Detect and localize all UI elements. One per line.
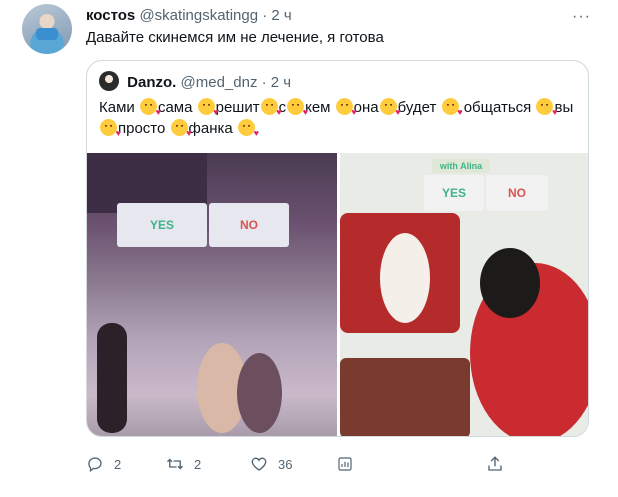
quoted-word: она: [353, 99, 379, 116]
smiling-face-with-hearts-icon: [237, 119, 259, 144]
smiling-face-with-hearts-icon: [100, 119, 121, 144]
retweet-icon: [167, 458, 183, 470]
smiling-face-with-hearts-icon: [536, 98, 557, 123]
quoted-avatar[interactable]: [99, 71, 119, 91]
user-avatar[interactable]: [22, 4, 72, 54]
smiling-face-with-hearts-icon: [139, 98, 161, 123]
share-button[interactable]: [486, 455, 504, 473]
user-handle[interactable]: @skatingskatingg: [139, 7, 258, 24]
quoted-word: будет: [397, 99, 437, 116]
smiling-face-with-hearts-icon: [197, 98, 219, 123]
reply-button[interactable]: 2: [86, 455, 121, 473]
tweet[interactable]: костоs @skatingskatingg · 2 ч ··· Давайт…: [0, 0, 618, 497]
avatar-mask: [36, 28, 58, 40]
quoted-word: решит: [215, 99, 260, 116]
smiling-face-with-hearts-icon: [287, 98, 308, 123]
media-image-left[interactable]: YES NO: [87, 153, 337, 436]
quoted-word: фанка: [188, 120, 233, 137]
image-figure: [480, 248, 540, 318]
quoted-word: Ками: [99, 99, 135, 116]
media-image-right[interactable]: with Alina YES NO: [340, 153, 588, 436]
smiling-face-with-hearts-icon: [170, 119, 192, 144]
retweet-count: 2: [194, 456, 202, 472]
quoted-word: сама: [157, 99, 193, 116]
tweet-text: Давайте скинемся им не лечение, я готова: [86, 29, 384, 46]
analytics-button[interactable]: [336, 455, 354, 473]
like-count: 36: [278, 456, 293, 472]
separator: ·: [261, 74, 267, 91]
analytics-icon: [338, 457, 352, 471]
image-figure: [97, 323, 127, 433]
quoted-text: Ками сама решитскем онабудет общаться вы…: [99, 97, 579, 144]
tweet-header: костоs @skatingskatingg · 2 ч: [86, 6, 292, 26]
image-caption: with Alina: [432, 159, 490, 173]
smiling-face-with-hearts-icon: [335, 98, 357, 123]
reply-icon: [88, 457, 102, 473]
smiling-face-with-hearts-icon: [260, 98, 282, 123]
separator: ·: [262, 7, 268, 24]
quoted-media: YES NO with Alina YES NO: [87, 153, 588, 436]
heart-icon: [251, 457, 267, 471]
quoted-word: общаться: [463, 99, 532, 116]
image-figure: [340, 358, 470, 436]
poll-option-no: NO: [209, 203, 289, 247]
quoted-time: 2 ч: [270, 74, 292, 91]
reply-count: 2: [114, 456, 122, 472]
tweet-actions: 2 2 36: [86, 455, 546, 479]
quoted-header: Danzo. @med_dnz · 2 ч: [99, 71, 291, 93]
poll-option-yes: YES: [424, 175, 484, 211]
more-options-icon[interactable]: ···: [572, 8, 591, 26]
quoted-tweet[interactable]: Danzo. @med_dnz · 2 ч Ками сама решитске…: [86, 60, 589, 437]
poll-option-yes: YES: [117, 203, 207, 247]
image-figure: [380, 233, 430, 323]
image-figure: [237, 353, 282, 433]
display-name[interactable]: костоs: [86, 7, 135, 24]
quoted-display-name: Danzo.: [127, 74, 177, 91]
poll-option-no: NO: [486, 175, 548, 211]
tweet-time[interactable]: 2 ч: [271, 7, 291, 24]
like-button[interactable]: 36: [250, 455, 292, 473]
share-icon: [488, 456, 502, 471]
retweet-button[interactable]: 2: [166, 455, 201, 473]
smiling-face-with-hearts-icon: [441, 98, 463, 123]
quoted-word: кем: [305, 99, 331, 116]
smiling-face-with-hearts-icon: [379, 98, 401, 123]
quoted-handle: @med_dnz: [180, 74, 258, 91]
